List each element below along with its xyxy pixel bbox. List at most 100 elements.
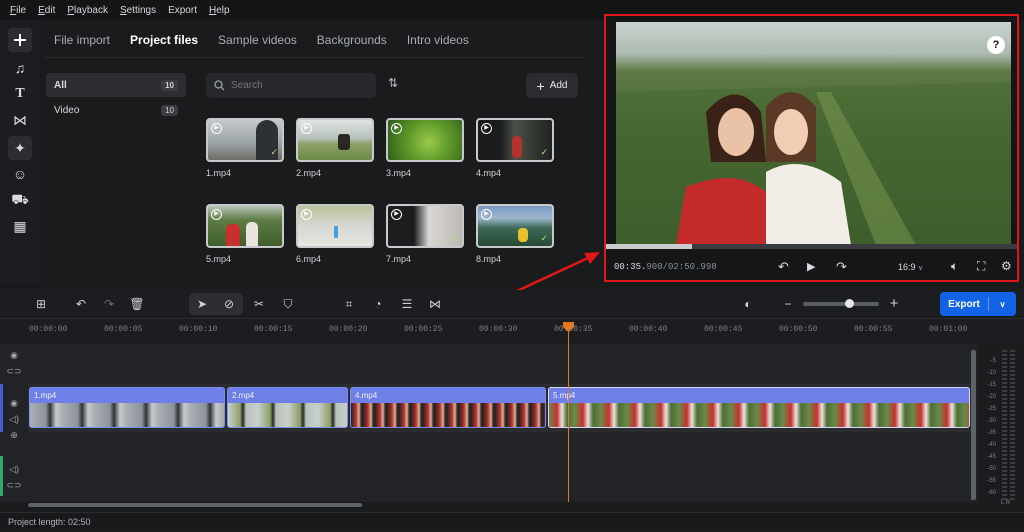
- timeline-vertical-scrollbar[interactable]: [971, 350, 976, 500]
- more-tools-icon[interactable]: ▦: [8, 214, 32, 238]
- zoom-slider[interactable]: [803, 302, 879, 306]
- media-thumb-4[interactable]: ▶ ✓: [476, 118, 554, 162]
- ruler-tick: 00:00:55: [854, 325, 893, 334]
- redo-icon[interactable]: ↷: [100, 295, 118, 313]
- crop-icon[interactable]: ⌗: [340, 295, 358, 313]
- tab-intro-videos[interactable]: Intro videos: [407, 33, 469, 47]
- folder-all-count: 10: [161, 79, 178, 91]
- stickers-icon[interactable]: ☺: [8, 162, 32, 186]
- sort-icon[interactable]: ⇅: [384, 76, 402, 94]
- link-icon[interactable]: ⊂⊃: [0, 480, 28, 491]
- menu-file[interactable]: File: [10, 5, 26, 16]
- speaker-icon[interactable]: ◁): [0, 414, 28, 425]
- menu-help[interactable]: Help: [209, 5, 230, 16]
- media-thumb-2[interactable]: ▶: [296, 118, 374, 162]
- timeline-clip-2[interactable]: 2.mp4: [227, 387, 348, 428]
- shop-icon[interactable]: ⛟: [8, 188, 32, 212]
- adjust-icon[interactable]: ☰: [398, 295, 416, 313]
- timeline-clip-3[interactable]: 4.mp4: [350, 387, 546, 428]
- tab-sample-videos[interactable]: Sample videos: [218, 33, 297, 47]
- tab-backgrounds[interactable]: Backgrounds: [317, 33, 387, 47]
- marker-icon[interactable]: ⛉: [279, 295, 297, 313]
- timeline-ruler[interactable]: 00:00:00 00:00:05 00:00:10 00:00:15 00:0…: [0, 318, 1024, 344]
- playhead[interactable]: [568, 322, 569, 502]
- lock-icon[interactable]: ⊕: [0, 430, 28, 441]
- clip-filmstrip: [549, 403, 969, 427]
- menu-export[interactable]: Export: [168, 5, 197, 16]
- tab-file-import[interactable]: File import: [54, 33, 110, 47]
- project-length: Project length: 02:50: [8, 517, 91, 527]
- transitions-icon[interactable]: ⋈: [8, 108, 32, 132]
- add-media-icon[interactable]: [8, 28, 32, 52]
- chevron-down-icon[interactable]: ∨: [989, 300, 1016, 309]
- speed-icon[interactable]: ◔: [369, 295, 387, 313]
- media-thumb-8[interactable]: ▶ ✓: [476, 204, 554, 248]
- export-button[interactable]: Export ∨: [940, 292, 1016, 316]
- play-icon: ▶: [301, 209, 312, 220]
- media-thumb-1[interactable]: ▶ ✓: [206, 118, 284, 162]
- select-tool-icon[interactable]: ➤: [193, 295, 211, 313]
- folder-video-label: Video: [54, 104, 80, 116]
- meter-label: -60: [987, 490, 996, 496]
- help-icon[interactable]: ?: [987, 36, 1005, 54]
- play-icon: ▶: [481, 209, 492, 220]
- clip-filmstrip: [228, 403, 347, 427]
- aspect-ratio-select[interactable]: 16:9 ∨: [898, 262, 923, 272]
- gear-icon[interactable]: ⚙: [1001, 259, 1012, 273]
- meter-channels: L R: [1001, 500, 1011, 506]
- undo-icon[interactable]: ↶: [72, 295, 90, 313]
- search-icon: [214, 80, 225, 91]
- redo-step-icon[interactable]: ↷: [836, 259, 847, 275]
- export-button-label: Export: [948, 298, 980, 310]
- text-icon[interactable]: T: [8, 82, 32, 106]
- media-thumb-6[interactable]: ▶: [296, 204, 374, 248]
- timeline-clip-4[interactable]: 5.mp4: [548, 387, 970, 428]
- media-name-6: 6.mp4: [296, 254, 322, 264]
- undo-step-icon[interactable]: ↶: [778, 259, 789, 275]
- tab-project-files[interactable]: Project files: [130, 33, 198, 47]
- cut-icon[interactable]: ✂: [250, 295, 268, 313]
- preview-frame: [616, 82, 1011, 245]
- eye-icon[interactable]: ◉: [0, 398, 28, 409]
- clip-filmstrip: [351, 403, 545, 427]
- menu-edit[interactable]: Edit: [38, 5, 55, 16]
- audio-track[interactable]: [28, 456, 972, 496]
- ruler-tick: 00:00:30: [479, 325, 518, 334]
- add-track-icon[interactable]: ⊞: [32, 295, 50, 313]
- media-thumb-3[interactable]: ▶: [386, 118, 464, 162]
- magnet-icon[interactable]: ◐: [739, 295, 757, 313]
- eye-icon[interactable]: ◉: [0, 350, 28, 361]
- ruler-tick: 00:00:10: [179, 325, 218, 334]
- zoom-out-icon[interactable]: −: [779, 295, 797, 313]
- disable-tool-icon[interactable]: ⊘: [220, 295, 238, 313]
- zoom-in-icon[interactable]: +: [885, 295, 903, 313]
- folder-all[interactable]: All 10: [46, 73, 186, 97]
- link-icon[interactable]: ⊂⊃: [0, 366, 28, 377]
- search-input[interactable]: [231, 80, 361, 91]
- menu-settings[interactable]: Settings: [120, 5, 156, 16]
- ruler-tick: 00:00:15: [254, 325, 293, 334]
- folder-video-count: 10: [161, 104, 178, 116]
- timeline-horizontal-scrollbar[interactable]: [28, 503, 362, 507]
- effects-icon[interactable]: ✦: [8, 136, 32, 160]
- zoom-slider-handle[interactable]: [845, 299, 854, 308]
- add-button[interactable]: + Add: [526, 73, 578, 98]
- speaker-icon[interactable]: ◁): [0, 464, 28, 475]
- meter-label: -15: [987, 382, 996, 388]
- timeline-clip-1[interactable]: 1.mp4: [29, 387, 225, 428]
- play-button[interactable]: ▶: [807, 260, 815, 273]
- menu-playback[interactable]: Playback: [67, 5, 108, 16]
- media-thumb-5[interactable]: ▶: [206, 204, 284, 248]
- preview-video[interactable]: ?: [616, 22, 1011, 245]
- media-thumb-7[interactable]: ▶ ✓: [386, 204, 464, 248]
- transition-icon[interactable]: ⋈: [426, 295, 444, 313]
- search-box: [206, 73, 376, 98]
- fullscreen-icon[interactable]: ⛶: [977, 259, 985, 274]
- overlay-track[interactable]: [28, 348, 972, 382]
- music-icon[interactable]: ♫: [8, 56, 32, 80]
- delete-icon[interactable]: 🗑︎: [128, 295, 146, 313]
- volume-icon[interactable]: 🔈︎: [951, 259, 958, 274]
- playback-progress[interactable]: [606, 244, 1017, 249]
- folder-video[interactable]: Video 10: [46, 98, 186, 122]
- add-button-label: Add: [549, 80, 568, 91]
